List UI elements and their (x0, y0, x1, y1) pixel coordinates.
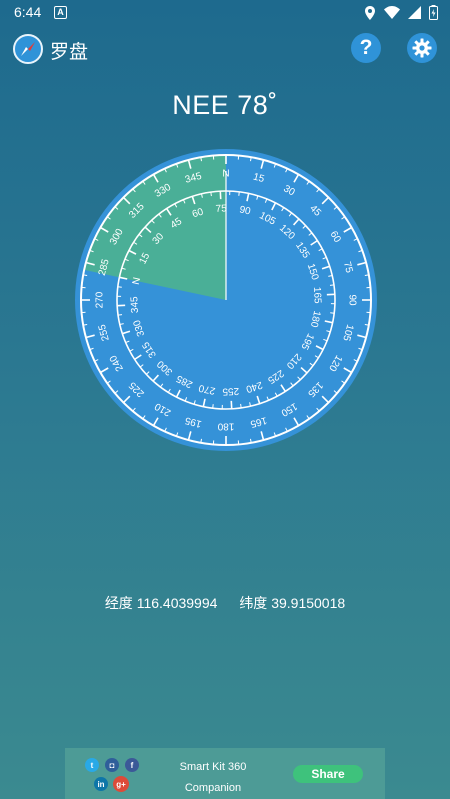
status-bar: 6:44 A (0, 0, 450, 24)
outer-ring-label: N (222, 169, 229, 180)
share-button[interactable]: Share (293, 765, 363, 783)
inner-ring-tick (240, 403, 242, 409)
longitude: 经度 116.4039994 (105, 595, 218, 611)
inner-ring-label: 255 (222, 385, 240, 397)
app-title: 罗盘 (50, 42, 89, 63)
outer-ring-label: 180 (217, 421, 234, 432)
inner-ring-label: 165 (311, 287, 323, 305)
outer-ring-tick (83, 323, 88, 326)
latitude-value: 39.9150018 (271, 595, 346, 611)
latitude-label: 纬度 (239, 595, 268, 611)
status-icons (364, 5, 438, 20)
outer-ring-tick (249, 438, 252, 443)
heading-readout: NEE 78˚ (172, 90, 278, 120)
longitude-value: 116.4039994 (136, 595, 218, 611)
ad-title: Smart Kit 360 (179, 761, 247, 773)
instagram-icon[interactable]: ◘ (105, 758, 119, 772)
inner-ring-label: 75 (215, 203, 227, 215)
twitter-icon[interactable]: t (85, 758, 99, 772)
latitude: 纬度 39.9150018 (239, 595, 345, 611)
outer-ring-tick (83, 274, 88, 277)
ad-subtitle: Companion (184, 782, 242, 794)
outer-ring-tick (249, 157, 252, 162)
ad-text: Smart Kit 360 Companion (163, 757, 263, 799)
google-plus-icon[interactable]: g+ (113, 776, 129, 792)
linkedin-icon[interactable]: in (94, 777, 108, 791)
inner-ring-tick (117, 314, 123, 316)
status-time: 6:44 (14, 4, 42, 20)
inner-ring-tick (329, 284, 335, 286)
app-bar: 罗盘 ? (0, 24, 450, 74)
outer-ring-label: 270 (95, 291, 106, 308)
inner-ring-label: 345 (129, 296, 141, 314)
gear-icon (412, 38, 432, 58)
social-icons: t ◘ f in g+ (85, 756, 147, 796)
outer-ring-tick (200, 438, 203, 443)
outer-ring-label: 90 (347, 294, 358, 306)
compass-logo-icon (13, 34, 43, 64)
wifi-icon (384, 6, 400, 19)
battery-icon (429, 5, 438, 20)
compass-dial: N 153045607590105120135150165180195210225… (75, 149, 377, 451)
longitude-label: 经度 (104, 595, 133, 611)
ad-banner[interactable]: t ◘ f in g+ Smart Kit 360 Companion Shar… (65, 748, 385, 799)
outer-ring-tick (200, 157, 203, 162)
location-coordinates: 经度 116.4039994 纬度 39.9150018 (0, 593, 450, 613)
inner-ring-tick (210, 191, 212, 197)
facebook-icon[interactable]: f (125, 758, 139, 772)
help-icon: ? (359, 36, 373, 59)
help-button[interactable]: ? (351, 33, 381, 63)
notification-icon: A (54, 6, 67, 19)
signal-icon (408, 6, 421, 19)
outer-ring-tick (364, 274, 369, 277)
outer-ring-tick (364, 323, 369, 326)
location-icon (365, 5, 375, 20)
settings-button[interactable] (407, 33, 437, 63)
